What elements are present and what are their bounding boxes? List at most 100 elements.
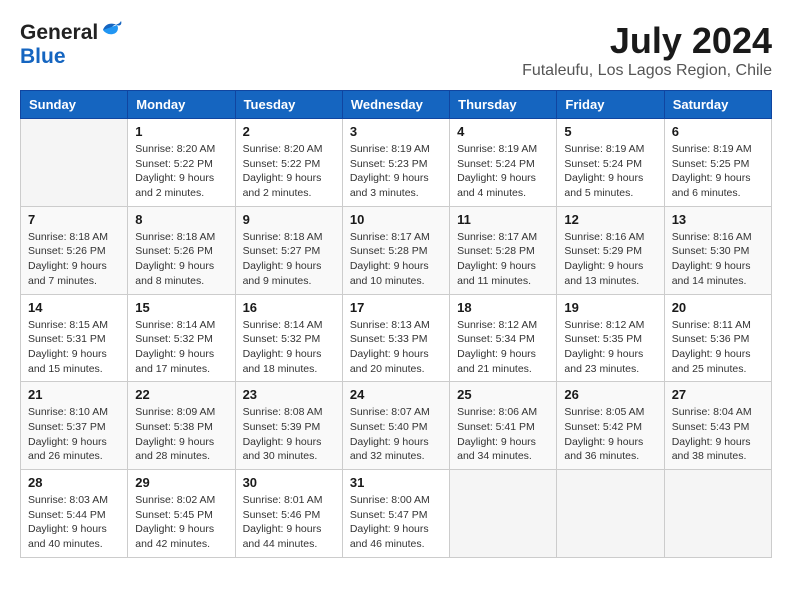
header-sunday: Sunday	[21, 91, 128, 119]
day-number: 10	[350, 212, 442, 227]
calendar-cell: 8 Sunrise: 8:18 AMSunset: 5:26 PMDayligh…	[128, 206, 235, 294]
calendar-week-2: 7 Sunrise: 8:18 AMSunset: 5:26 PMDayligh…	[21, 206, 772, 294]
cell-info: Sunrise: 8:19 AMSunset: 5:24 PMDaylight:…	[564, 142, 656, 201]
cell-info: Sunrise: 8:20 AMSunset: 5:22 PMDaylight:…	[243, 142, 335, 201]
day-number: 28	[28, 475, 120, 490]
cell-info: Sunrise: 8:04 AMSunset: 5:43 PMDaylight:…	[672, 405, 764, 464]
day-number: 15	[135, 300, 227, 315]
month-year-title: July 2024	[522, 20, 772, 62]
calendar-cell: 27 Sunrise: 8:04 AMSunset: 5:43 PMDaylig…	[664, 382, 771, 470]
calendar-cell: 1 Sunrise: 8:20 AMSunset: 5:22 PMDayligh…	[128, 119, 235, 207]
day-number: 13	[672, 212, 764, 227]
cell-info: Sunrise: 8:10 AMSunset: 5:37 PMDaylight:…	[28, 405, 120, 464]
calendar-cell	[450, 470, 557, 558]
logo: General Blue	[20, 20, 123, 69]
cell-info: Sunrise: 8:16 AMSunset: 5:29 PMDaylight:…	[564, 230, 656, 289]
header-monday: Monday	[128, 91, 235, 119]
cell-info: Sunrise: 8:19 AMSunset: 5:25 PMDaylight:…	[672, 142, 764, 201]
calendar-cell: 3 Sunrise: 8:19 AMSunset: 5:23 PMDayligh…	[342, 119, 449, 207]
cell-info: Sunrise: 8:13 AMSunset: 5:33 PMDaylight:…	[350, 318, 442, 377]
title-section: July 2024 Futaleufu, Los Lagos Region, C…	[522, 20, 772, 80]
day-number: 23	[243, 387, 335, 402]
logo-general: General	[20, 21, 98, 45]
cell-info: Sunrise: 8:08 AMSunset: 5:39 PMDaylight:…	[243, 405, 335, 464]
day-number: 4	[457, 124, 549, 139]
day-number: 24	[350, 387, 442, 402]
header-tuesday: Tuesday	[235, 91, 342, 119]
calendar-cell: 15 Sunrise: 8:14 AMSunset: 5:32 PMDaylig…	[128, 294, 235, 382]
day-number: 9	[243, 212, 335, 227]
day-number: 22	[135, 387, 227, 402]
cell-info: Sunrise: 8:00 AMSunset: 5:47 PMDaylight:…	[350, 493, 442, 552]
cell-info: Sunrise: 8:12 AMSunset: 5:35 PMDaylight:…	[564, 318, 656, 377]
cell-info: Sunrise: 8:14 AMSunset: 5:32 PMDaylight:…	[135, 318, 227, 377]
calendar-cell: 5 Sunrise: 8:19 AMSunset: 5:24 PMDayligh…	[557, 119, 664, 207]
calendar-cell: 16 Sunrise: 8:14 AMSunset: 5:32 PMDaylig…	[235, 294, 342, 382]
day-number: 1	[135, 124, 227, 139]
cell-info: Sunrise: 8:18 AMSunset: 5:26 PMDaylight:…	[135, 230, 227, 289]
calendar-cell: 24 Sunrise: 8:07 AMSunset: 5:40 PMDaylig…	[342, 382, 449, 470]
calendar-cell: 12 Sunrise: 8:16 AMSunset: 5:29 PMDaylig…	[557, 206, 664, 294]
day-number: 6	[672, 124, 764, 139]
day-number: 17	[350, 300, 442, 315]
cell-info: Sunrise: 8:11 AMSunset: 5:36 PMDaylight:…	[672, 318, 764, 377]
cell-info: Sunrise: 8:18 AMSunset: 5:26 PMDaylight:…	[28, 230, 120, 289]
calendar-cell: 2 Sunrise: 8:20 AMSunset: 5:22 PMDayligh…	[235, 119, 342, 207]
calendar-cell: 28 Sunrise: 8:03 AMSunset: 5:44 PMDaylig…	[21, 470, 128, 558]
calendar-cell	[557, 470, 664, 558]
calendar-table: Sunday Monday Tuesday Wednesday Thursday…	[20, 90, 772, 558]
calendar-cell: 11 Sunrise: 8:17 AMSunset: 5:28 PMDaylig…	[450, 206, 557, 294]
day-number: 11	[457, 212, 549, 227]
calendar-week-4: 21 Sunrise: 8:10 AMSunset: 5:37 PMDaylig…	[21, 382, 772, 470]
day-number: 21	[28, 387, 120, 402]
header-friday: Friday	[557, 91, 664, 119]
header-thursday: Thursday	[450, 91, 557, 119]
calendar-cell: 22 Sunrise: 8:09 AMSunset: 5:38 PMDaylig…	[128, 382, 235, 470]
cell-info: Sunrise: 8:02 AMSunset: 5:45 PMDaylight:…	[135, 493, 227, 552]
calendar-week-1: 1 Sunrise: 8:20 AMSunset: 5:22 PMDayligh…	[21, 119, 772, 207]
cell-info: Sunrise: 8:07 AMSunset: 5:40 PMDaylight:…	[350, 405, 442, 464]
day-number: 2	[243, 124, 335, 139]
cell-info: Sunrise: 8:18 AMSunset: 5:27 PMDaylight:…	[243, 230, 335, 289]
calendar-cell: 31 Sunrise: 8:00 AMSunset: 5:47 PMDaylig…	[342, 470, 449, 558]
cell-info: Sunrise: 8:12 AMSunset: 5:34 PMDaylight:…	[457, 318, 549, 377]
day-number: 18	[457, 300, 549, 315]
cell-info: Sunrise: 8:14 AMSunset: 5:32 PMDaylight:…	[243, 318, 335, 377]
cell-info: Sunrise: 8:17 AMSunset: 5:28 PMDaylight:…	[350, 230, 442, 289]
calendar-cell: 7 Sunrise: 8:18 AMSunset: 5:26 PMDayligh…	[21, 206, 128, 294]
day-number: 26	[564, 387, 656, 402]
calendar-header-row: Sunday Monday Tuesday Wednesday Thursday…	[21, 91, 772, 119]
calendar-cell: 30 Sunrise: 8:01 AMSunset: 5:46 PMDaylig…	[235, 470, 342, 558]
day-number: 7	[28, 212, 120, 227]
logo-bird-icon	[101, 20, 123, 45]
cell-info: Sunrise: 8:05 AMSunset: 5:42 PMDaylight:…	[564, 405, 656, 464]
calendar-cell: 29 Sunrise: 8:02 AMSunset: 5:45 PMDaylig…	[128, 470, 235, 558]
cell-info: Sunrise: 8:06 AMSunset: 5:41 PMDaylight:…	[457, 405, 549, 464]
page-header: General Blue July 2024 Futaleufu, Los La…	[20, 20, 772, 80]
calendar-week-5: 28 Sunrise: 8:03 AMSunset: 5:44 PMDaylig…	[21, 470, 772, 558]
day-number: 16	[243, 300, 335, 315]
calendar-cell: 14 Sunrise: 8:15 AMSunset: 5:31 PMDaylig…	[21, 294, 128, 382]
cell-info: Sunrise: 8:20 AMSunset: 5:22 PMDaylight:…	[135, 142, 227, 201]
day-number: 27	[672, 387, 764, 402]
day-number: 25	[457, 387, 549, 402]
day-number: 19	[564, 300, 656, 315]
day-number: 5	[564, 124, 656, 139]
cell-info: Sunrise: 8:09 AMSunset: 5:38 PMDaylight:…	[135, 405, 227, 464]
calendar-cell	[664, 470, 771, 558]
cell-info: Sunrise: 8:15 AMSunset: 5:31 PMDaylight:…	[28, 318, 120, 377]
location-subtitle: Futaleufu, Los Lagos Region, Chile	[522, 62, 772, 80]
calendar-cell: 10 Sunrise: 8:17 AMSunset: 5:28 PMDaylig…	[342, 206, 449, 294]
day-number: 12	[564, 212, 656, 227]
day-number: 29	[135, 475, 227, 490]
calendar-cell	[21, 119, 128, 207]
header-saturday: Saturday	[664, 91, 771, 119]
calendar-cell: 9 Sunrise: 8:18 AMSunset: 5:27 PMDayligh…	[235, 206, 342, 294]
calendar-cell: 6 Sunrise: 8:19 AMSunset: 5:25 PMDayligh…	[664, 119, 771, 207]
header-wednesday: Wednesday	[342, 91, 449, 119]
day-number: 3	[350, 124, 442, 139]
calendar-cell: 18 Sunrise: 8:12 AMSunset: 5:34 PMDaylig…	[450, 294, 557, 382]
calendar-cell: 21 Sunrise: 8:10 AMSunset: 5:37 PMDaylig…	[21, 382, 128, 470]
calendar-cell: 19 Sunrise: 8:12 AMSunset: 5:35 PMDaylig…	[557, 294, 664, 382]
cell-info: Sunrise: 8:01 AMSunset: 5:46 PMDaylight:…	[243, 493, 335, 552]
